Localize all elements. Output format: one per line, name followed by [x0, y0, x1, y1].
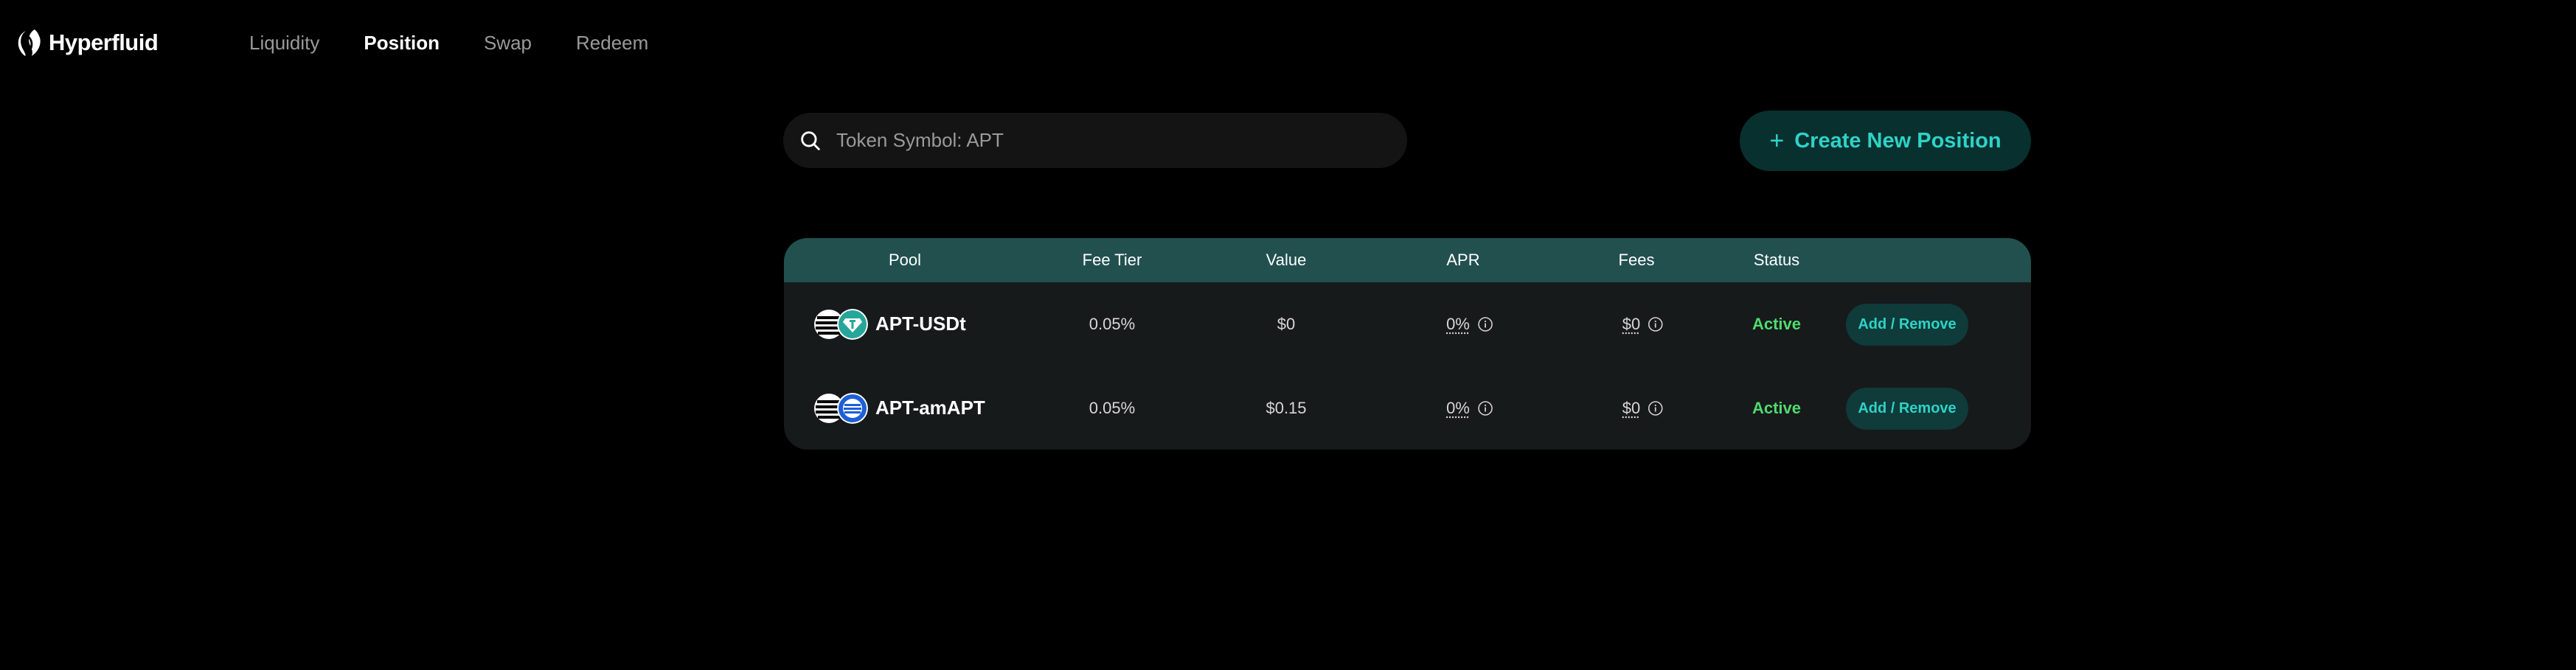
token-search[interactable]	[783, 113, 1407, 168]
create-new-position-button[interactable]: + Create New Position	[1740, 111, 2031, 171]
table-row: APT-amAPT 0.05% $0.15 0% $0 Active Add /…	[784, 366, 2031, 450]
usdt-token-icon	[837, 308, 868, 340]
info-icon[interactable]	[1648, 316, 1664, 332]
info-icon[interactable]	[1477, 316, 1493, 332]
fee-tier: 0.05%	[1089, 314, 1136, 333]
add-remove-button[interactable]: Add / Remove	[1846, 304, 1968, 346]
header-fees: Fees	[1618, 251, 1655, 269]
brand-name: Hyperfluid	[49, 29, 159, 55]
nav-redeem[interactable]: Redeem	[576, 32, 648, 55]
pool-cell: APT-amAPT	[813, 366, 985, 450]
apr-value[interactable]: 0%	[1446, 315, 1470, 334]
amapt-token-icon	[837, 392, 868, 424]
header-value: Value	[1266, 251, 1307, 269]
status-badge: Active	[1752, 398, 1802, 417]
nav-position[interactable]: Position	[364, 32, 440, 55]
apr-cell: 0%	[1446, 366, 1493, 450]
create-button-label: Create New Position	[1794, 128, 2002, 153]
fees-value[interactable]: $0	[1622, 315, 1640, 334]
fees-value[interactable]: $0	[1622, 399, 1640, 418]
pool-name[interactable]: APT-USDt	[875, 313, 966, 335]
nav-liquidity[interactable]: Liquidity	[249, 32, 319, 55]
value: $0.15	[1266, 398, 1307, 417]
brand-logo[interactable]: Hyperfluid	[16, 25, 159, 60]
header-pool: Pool	[888, 251, 922, 269]
fees-cell: $0	[1622, 366, 1664, 450]
table-header: Pool Fee Tier Value APR Fees Status	[784, 238, 2031, 282]
apr-value[interactable]: 0%	[1446, 399, 1470, 418]
main-nav: Liquidity Position Swap Redeem	[249, 28, 692, 57]
header-status: Status	[1753, 251, 1800, 269]
search-input[interactable]	[835, 128, 1354, 153]
search-icon	[801, 130, 820, 150]
info-icon[interactable]	[1648, 400, 1664, 416]
info-icon[interactable]	[1477, 400, 1493, 416]
hyperfluid-logo-icon	[18, 29, 41, 57]
nav-swap[interactable]: Swap	[484, 32, 532, 55]
value: $0	[1277, 314, 1296, 333]
header-apr: APR	[1446, 251, 1480, 269]
table-row: APT-USDt 0.05% $0 0% $0 Active Add / Rem…	[784, 282, 2031, 366]
status-badge: Active	[1752, 314, 1802, 333]
add-remove-button[interactable]: Add / Remove	[1846, 388, 1968, 430]
header-fee-tier: Fee Tier	[1082, 251, 1142, 269]
fee-tier: 0.05%	[1089, 398, 1136, 417]
pool-name[interactable]: APT-amAPT	[875, 397, 985, 419]
pool-cell: APT-USDt	[813, 282, 966, 366]
fees-cell: $0	[1622, 282, 1664, 366]
positions-table: Pool Fee Tier Value APR Fees Status APT-…	[784, 238, 2031, 450]
apr-cell: 0%	[1446, 282, 1493, 366]
plus-icon: +	[1769, 126, 1785, 155]
